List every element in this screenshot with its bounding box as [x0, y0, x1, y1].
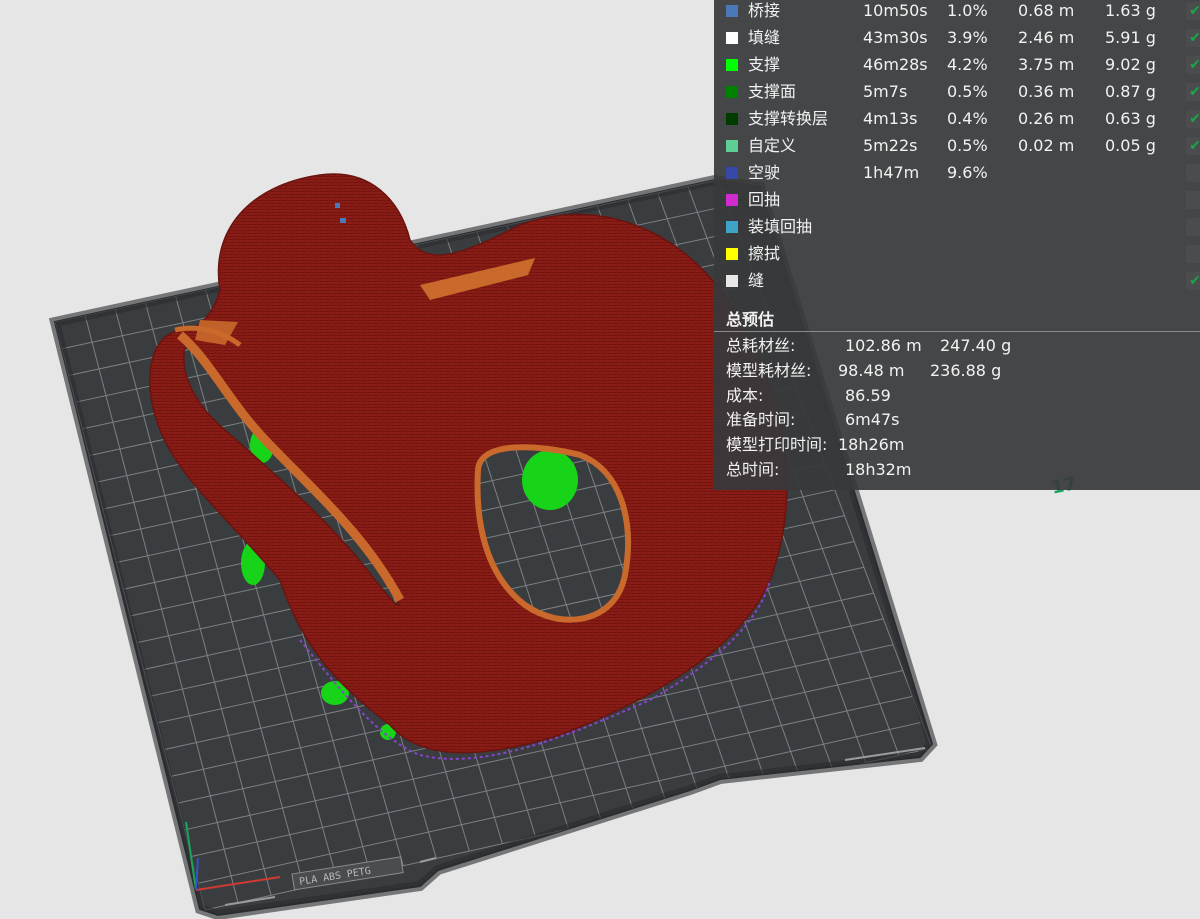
legend-color-swatch: [726, 194, 738, 206]
legend-row: 支撑面 5m7s 0.5% 0.36 m 0.87 g ✔: [714, 80, 1200, 107]
legend-feature-name: 桥接: [748, 1, 781, 20]
legend-row: 填缝 43m30s 3.9% 2.46 m 5.91 g ✔: [714, 26, 1200, 53]
legend-percent: 3.9%: [947, 28, 988, 47]
legend-weight: 5.91 g: [1105, 28, 1156, 47]
legend-feature-name: 支撑转换层: [748, 109, 829, 128]
summary-divider: [714, 331, 1200, 332]
summary-title: 总预估: [726, 310, 775, 329]
legend-color-swatch: [726, 5, 738, 17]
legend-time: 4m13s: [863, 109, 918, 128]
legend-percent: 9.6%: [947, 163, 988, 182]
legend-feature-name: 自定义: [748, 136, 797, 155]
legend-time: 46m28s: [863, 55, 928, 74]
legend-feature-name: 缝: [748, 271, 765, 290]
legend-time: 5m22s: [863, 136, 918, 155]
summary-row: 准备时间: 6m47s: [726, 408, 1196, 432]
summary-row: 成本: 86.59: [726, 384, 1196, 408]
legend-time: 1h47m: [863, 163, 920, 182]
legend-length: 0.26 m: [1018, 109, 1075, 128]
legend-feature-name: 回抽: [748, 190, 781, 209]
summary-value-2: 236.88 g: [930, 361, 1002, 380]
legend-feature-name: 装填回抽: [748, 217, 813, 236]
summary-row: 总时间: 18h32m: [726, 458, 1196, 482]
slice-stats-panel: 桥接 10m50s 1.0% 0.68 m 1.63 g ✔ 填缝 43m30s 3.9% 2.4…: [714, 0, 1200, 490]
legend-percent: 1.0%: [947, 1, 988, 20]
summary-value: 98.48 m: [838, 361, 905, 380]
legend-percent: 0.5%: [947, 82, 988, 101]
legend-row: 支撑 46m28s 4.2% 3.75 m 9.02 g ✔: [714, 53, 1200, 80]
visibility-checkbox[interactable]: ✔: [1186, 245, 1200, 263]
legend-weight: 9.02 g: [1105, 55, 1156, 74]
summary-value: 86.59: [845, 386, 891, 405]
legend-color-swatch: [726, 32, 738, 44]
legend-feature-name: 空驶: [748, 163, 781, 182]
summary-value: 6m47s: [845, 410, 900, 429]
summary-row: 模型打印时间: 18h26m: [726, 433, 1196, 457]
legend-weight: 0.87 g: [1105, 82, 1156, 101]
summary-label: 总耗材丝:: [726, 336, 796, 355]
visibility-checkbox[interactable]: ✔: [1186, 56, 1200, 74]
visibility-checkbox[interactable]: ✔: [1186, 137, 1200, 155]
visibility-checkbox[interactable]: ✔: [1186, 29, 1200, 47]
legend-row: 缝 ✔: [714, 269, 1200, 296]
visibility-checkbox[interactable]: ✔: [1186, 272, 1200, 290]
legend-percent: 0.5%: [947, 136, 988, 155]
legend-color-swatch: [726, 167, 738, 179]
summary-value: 102.86 m: [845, 336, 922, 355]
legend-percent: 0.4%: [947, 109, 988, 128]
legend-feature-name: 支撑: [748, 55, 781, 74]
legend-row: 桥接 10m50s 1.0% 0.68 m 1.63 g ✔: [714, 0, 1200, 26]
legend-color-swatch: [726, 248, 738, 260]
legend-time: 43m30s: [863, 28, 928, 47]
legend-percent: 4.2%: [947, 55, 988, 74]
summary-value: 18h26m: [838, 435, 905, 454]
legend-color-swatch: [726, 221, 738, 233]
visibility-checkbox[interactable]: ✔: [1186, 191, 1200, 209]
summary-label: 模型打印时间:: [726, 435, 828, 454]
summary-value-2: 247.40 g: [940, 336, 1012, 355]
visibility-checkbox[interactable]: ✔: [1186, 110, 1200, 128]
visibility-checkbox[interactable]: ✔: [1186, 218, 1200, 236]
legend-color-swatch: [726, 275, 738, 287]
legend-length: 3.75 m: [1018, 55, 1075, 74]
summary-label: 模型耗材丝:: [726, 361, 812, 380]
legend-color-swatch: [726, 86, 738, 98]
legend-row: 擦拭 ✔: [714, 242, 1200, 269]
legend-feature-name: 擦拭: [748, 244, 781, 263]
legend-row: 自定义 5m22s 0.5% 0.02 m 0.05 g ✔: [714, 134, 1200, 161]
legend-feature-name: 填缝: [748, 28, 781, 47]
legend-weight: 0.05 g: [1105, 136, 1156, 155]
legend-row: 装填回抽 ✔: [714, 215, 1200, 242]
legend-length: 0.36 m: [1018, 82, 1075, 101]
summary-label: 准备时间:: [726, 410, 796, 429]
legend-time: 5m7s: [863, 82, 908, 101]
visibility-checkbox[interactable]: ✔: [1186, 2, 1200, 20]
visibility-checkbox[interactable]: ✔: [1186, 164, 1200, 182]
legend-time: 10m50s: [863, 1, 928, 20]
legend-row: 支撑转换层 4m13s 0.4% 0.26 m 0.63 g ✔: [714, 107, 1200, 134]
legend-length: 2.46 m: [1018, 28, 1075, 47]
legend-feature-name: 支撑面: [748, 82, 797, 101]
summary-value: 18h32m: [845, 460, 912, 479]
summary-label: 总时间:: [726, 460, 780, 479]
legend-weight: 0.63 g: [1105, 109, 1156, 128]
visibility-checkbox[interactable]: ✔: [1186, 83, 1200, 101]
legend-row: 回抽 ✔: [714, 188, 1200, 215]
summary-row: 总耗材丝: 102.86 m 247.40 g: [726, 334, 1196, 358]
legend-row: 空驶 1h47m 9.6% ✔: [714, 161, 1200, 188]
legend-weight: 1.63 g: [1105, 1, 1156, 20]
legend-length: 0.02 m: [1018, 136, 1075, 155]
summary-row: 模型耗材丝: 98.48 m 236.88 g: [726, 359, 1196, 383]
legend-color-swatch: [726, 59, 738, 71]
legend-color-swatch: [726, 113, 738, 125]
legend-length: 0.68 m: [1018, 1, 1075, 20]
legend-color-swatch: [726, 140, 738, 152]
summary-label: 成本:: [726, 386, 764, 405]
